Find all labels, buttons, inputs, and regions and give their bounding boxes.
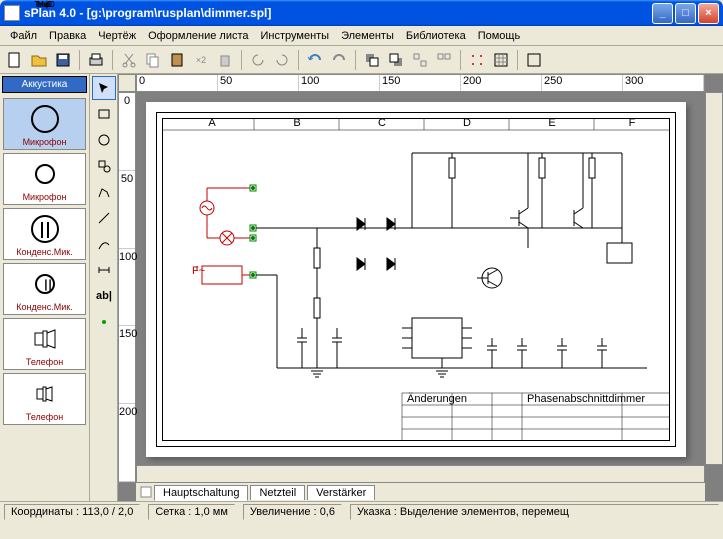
canvas-viewport[interactable]: ABC DEF <box>136 92 705 465</box>
menu-sheet[interactable]: Оформление листа <box>142 28 254 44</box>
ungroup-icon[interactable] <box>433 49 455 71</box>
main-area: Аккустика Мк0 Микрофон Мк0 Микрофон Мк0 … <box>0 74 723 501</box>
curve-tool-icon[interactable] <box>92 232 116 256</box>
sheet-tab[interactable]: Verstärker <box>307 485 375 500</box>
scrollbar-vertical[interactable] <box>705 92 723 465</box>
ruler-corner <box>118 74 136 92</box>
scrollbar-horizontal[interactable] <box>136 465 705 483</box>
sheet-tab[interactable]: Netzteil <box>250 485 305 500</box>
snap-icon[interactable] <box>466 49 488 71</box>
rotate-left-icon[interactable] <box>247 49 269 71</box>
delete-icon[interactable] <box>214 49 236 71</box>
drawing-tools: ab| <box>90 74 118 501</box>
ruler-vertical: 0 50 100 150 200 <box>118 92 136 483</box>
save-icon[interactable] <box>52 49 74 71</box>
circle-tool-icon[interactable] <box>92 128 116 152</box>
duplicate-icon[interactable]: ×2 <box>190 49 212 71</box>
zoom-fit-icon[interactable] <box>523 49 545 71</box>
menu-file[interactable]: Файл <box>4 28 43 44</box>
component-item[interactable]: Тлф0 Телефон <box>3 318 86 370</box>
new-icon[interactable] <box>4 49 26 71</box>
status-hint: Указка : Выделение элементов, перемещ <box>350 504 719 520</box>
back-icon[interactable] <box>385 49 407 71</box>
copy-icon[interactable] <box>142 49 164 71</box>
component-item[interactable]: Тлф0 Телефон <box>3 373 86 425</box>
statusbar: Координаты : 113,0 / 2,0 Сетка : 1,0 мм … <box>0 501 723 521</box>
special-tool-icon[interactable] <box>92 154 116 178</box>
redo-icon[interactable] <box>328 49 350 71</box>
schematic-page[interactable]: ABC DEF <box>146 102 686 457</box>
add-sheet-icon[interactable] <box>140 486 152 498</box>
front-icon[interactable] <box>361 49 383 71</box>
menu-library[interactable]: Библиотека <box>400 28 472 44</box>
cut-icon[interactable] <box>118 49 140 71</box>
menubar: Файл Правка Чертёж Оформление листа Инст… <box>0 26 723 46</box>
line-tool-icon[interactable] <box>92 206 116 230</box>
maximize-button[interactable]: □ <box>675 3 696 24</box>
rotate-right-icon[interactable] <box>271 49 293 71</box>
category-dropdown[interactable]: Аккустика <box>2 76 87 93</box>
menu-drawing[interactable]: Чертёж <box>92 28 142 44</box>
canvas-area: 0 50 100 150 200 250 300 0 50 100 150 20… <box>118 74 723 501</box>
polygon-tool-icon[interactable] <box>92 180 116 204</box>
menu-help[interactable]: Помощь <box>472 28 527 44</box>
sheet-tabs: Hauptschaltung Netzteil Verstärker <box>136 483 705 501</box>
open-icon[interactable] <box>28 49 50 71</box>
component-item[interactable]: Мк0 Микрофон <box>3 153 86 205</box>
grid-icon[interactable] <box>490 49 512 71</box>
main-toolbar: ×2 <box>0 46 723 74</box>
close-button[interactable]: × <box>698 3 719 24</box>
select-tool-icon[interactable] <box>92 76 116 100</box>
menu-edit[interactable]: Правка <box>43 28 92 44</box>
app-icon <box>4 5 20 21</box>
titlebar: sPlan 4.0 - [g:\program\rusplan\dimmer.s… <box>0 0 723 26</box>
window-controls: _ □ × <box>652 3 719 24</box>
dimension-tool-icon[interactable] <box>92 258 116 282</box>
group-icon[interactable] <box>409 49 431 71</box>
window-title: sPlan 4.0 - [g:\program\rusplan\dimmer.s… <box>24 6 652 20</box>
status-zoom: Увеличение : 0,6 <box>243 504 342 520</box>
minimize-button[interactable]: _ <box>652 3 673 24</box>
menu-tools[interactable]: Инструменты <box>255 28 336 44</box>
sheet-tab[interactable]: Hauptschaltung <box>154 485 248 501</box>
component-item[interactable]: Мк0 Микрофон <box>3 98 86 150</box>
point-tool-icon[interactable] <box>92 310 116 334</box>
menu-elements[interactable]: Элементы <box>335 28 400 44</box>
rect-tool-icon[interactable] <box>92 102 116 126</box>
component-list[interactable]: Мк0 Микрофон Мк0 Микрофон Мк0 Конденс.Ми… <box>0 95 89 501</box>
paste-icon[interactable] <box>166 49 188 71</box>
undo-icon[interactable] <box>304 49 326 71</box>
text-tool-icon[interactable]: ab| <box>92 284 116 308</box>
status-coords: Координаты : 113,0 / 2,0 <box>4 504 140 520</box>
component-item[interactable]: Мк0 Конденс.Мик. <box>3 208 86 260</box>
ruler-horizontal: 0 50 100 150 200 250 300 <box>136 74 705 92</box>
print-icon[interactable] <box>85 49 107 71</box>
status-grid: Сетка : 1,0 мм <box>148 504 235 520</box>
component-panel: Аккустика Мк0 Микрофон Мк0 Микрофон Мк0 … <box>0 74 90 501</box>
component-item[interactable]: Мк0 Конденс.Мик. <box>3 263 86 315</box>
